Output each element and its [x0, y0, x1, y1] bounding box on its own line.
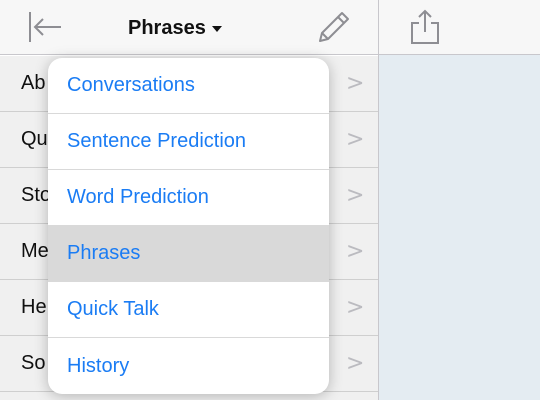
chevron-right-icon: > — [346, 183, 365, 208]
menu-item-word-prediction[interactable]: Word Prediction — [48, 170, 329, 226]
page-title: Phrases — [128, 16, 206, 39]
edit-icon[interactable] — [312, 8, 352, 48]
title-dropdown-button[interactable]: Phrases — [128, 14, 222, 42]
menu-item-conversations[interactable]: Conversations — [48, 58, 329, 114]
menu-item-label: Quick Talk — [67, 298, 159, 320]
menu-item-phrases[interactable]: Phrases — [48, 226, 329, 282]
list-item-label: So — [21, 352, 46, 374]
detail-pane — [379, 0, 540, 400]
menu-item-history[interactable]: History — [48, 338, 329, 394]
list-item-label: He — [21, 296, 47, 318]
menu-item-quick-talk[interactable]: Quick Talk — [48, 282, 329, 338]
chevron-right-icon: > — [346, 239, 365, 264]
menu-item-sentence-prediction[interactable]: Sentence Prediction — [48, 114, 329, 170]
list-item-label: Qu — [21, 128, 48, 150]
collapse-sidebar-icon[interactable] — [27, 10, 63, 44]
caret-down-icon — [211, 26, 222, 32]
menu-item-label: Conversations — [67, 74, 195, 96]
list-item-label: Sto — [21, 184, 52, 206]
menu-item-label: History — [67, 354, 130, 377]
share-icon[interactable] — [408, 7, 442, 47]
list-item-label: Ab — [21, 72, 46, 94]
chevron-right-icon: > — [346, 71, 365, 96]
list-item-label: Me — [21, 240, 49, 262]
chevron-right-icon: > — [346, 295, 365, 320]
mode-dropdown-menu: Conversations Sentence Prediction Word P… — [48, 58, 329, 394]
chevron-right-icon: > — [346, 351, 365, 376]
detail-nav-bar — [379, 0, 540, 55]
menu-item-label: Sentence Prediction — [67, 130, 247, 152]
menu-item-label: Phrases — [67, 242, 141, 264]
menu-item-label: Word Prediction — [67, 186, 209, 208]
pane-divider — [378, 0, 379, 400]
chevron-right-icon: > — [346, 127, 365, 152]
